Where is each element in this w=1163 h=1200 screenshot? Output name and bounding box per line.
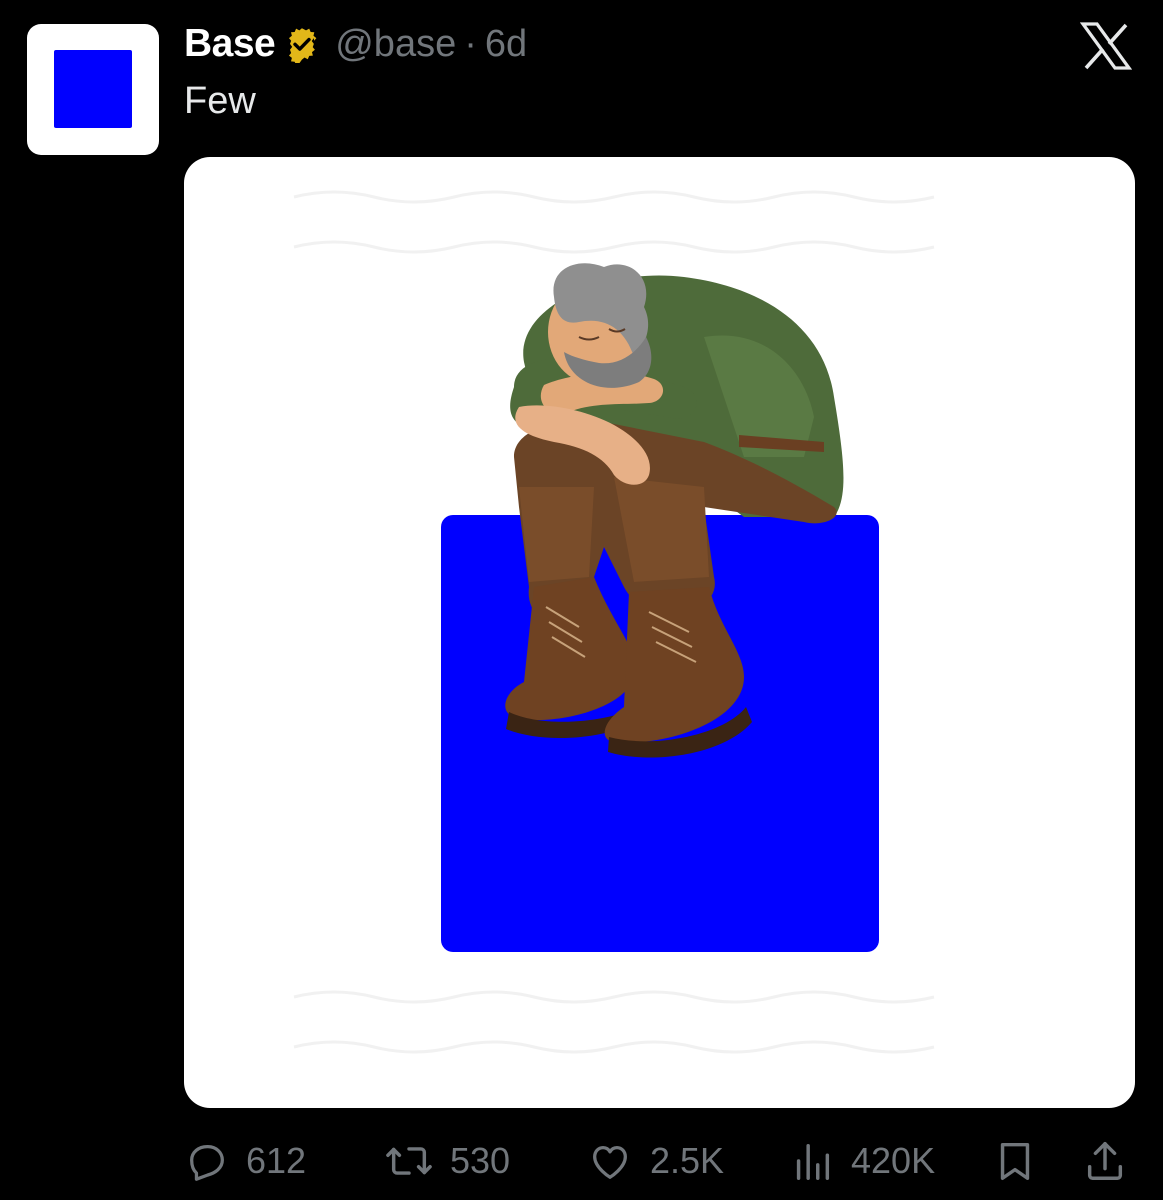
author-handle[interactable]: @base <box>335 23 456 66</box>
bookmark-button[interactable] <box>992 1135 1038 1187</box>
tweet-header: Base @base · 6d <box>184 20 527 68</box>
like-button[interactable]: 2.5K <box>586 1135 724 1187</box>
share-button[interactable] <box>1082 1135 1128 1187</box>
avatar-blue-square <box>54 50 132 128</box>
like-count: 2.5K <box>650 1140 725 1181</box>
bookmark-icon <box>992 1138 1038 1184</box>
tweet-media-image[interactable] <box>184 157 1135 1108</box>
avatar[interactable] <box>27 24 159 155</box>
views-icon <box>789 1138 835 1184</box>
sleeping-man-illustration <box>293 190 935 1054</box>
timestamp[interactable]: 6d <box>485 23 527 66</box>
reply-icon <box>184 1138 230 1184</box>
tweet-actions-bar: 612 530 2.5K 420K <box>184 1135 1135 1187</box>
views-count: 420K <box>851 1140 936 1181</box>
repost-icon <box>384 1138 434 1184</box>
tweet-text: Few <box>184 80 256 122</box>
reply-count: 612 <box>246 1140 307 1181</box>
share-icon <box>1082 1138 1128 1184</box>
views-button[interactable]: 420K <box>789 1135 935 1187</box>
reply-button[interactable]: 612 <box>184 1135 306 1187</box>
heart-icon <box>586 1138 634 1184</box>
separator-dot: · <box>464 22 477 65</box>
repost-count: 530 <box>450 1140 511 1181</box>
repost-button[interactable]: 530 <box>384 1135 510 1187</box>
tweet-card[interactable]: Base @base · 6d Few 612 530 2.5K 420K <box>0 0 1163 1200</box>
author-display-name[interactable]: Base <box>184 22 276 66</box>
x-logo-icon <box>1079 22 1133 70</box>
verified-badge-icon[interactable] <box>283 25 321 66</box>
